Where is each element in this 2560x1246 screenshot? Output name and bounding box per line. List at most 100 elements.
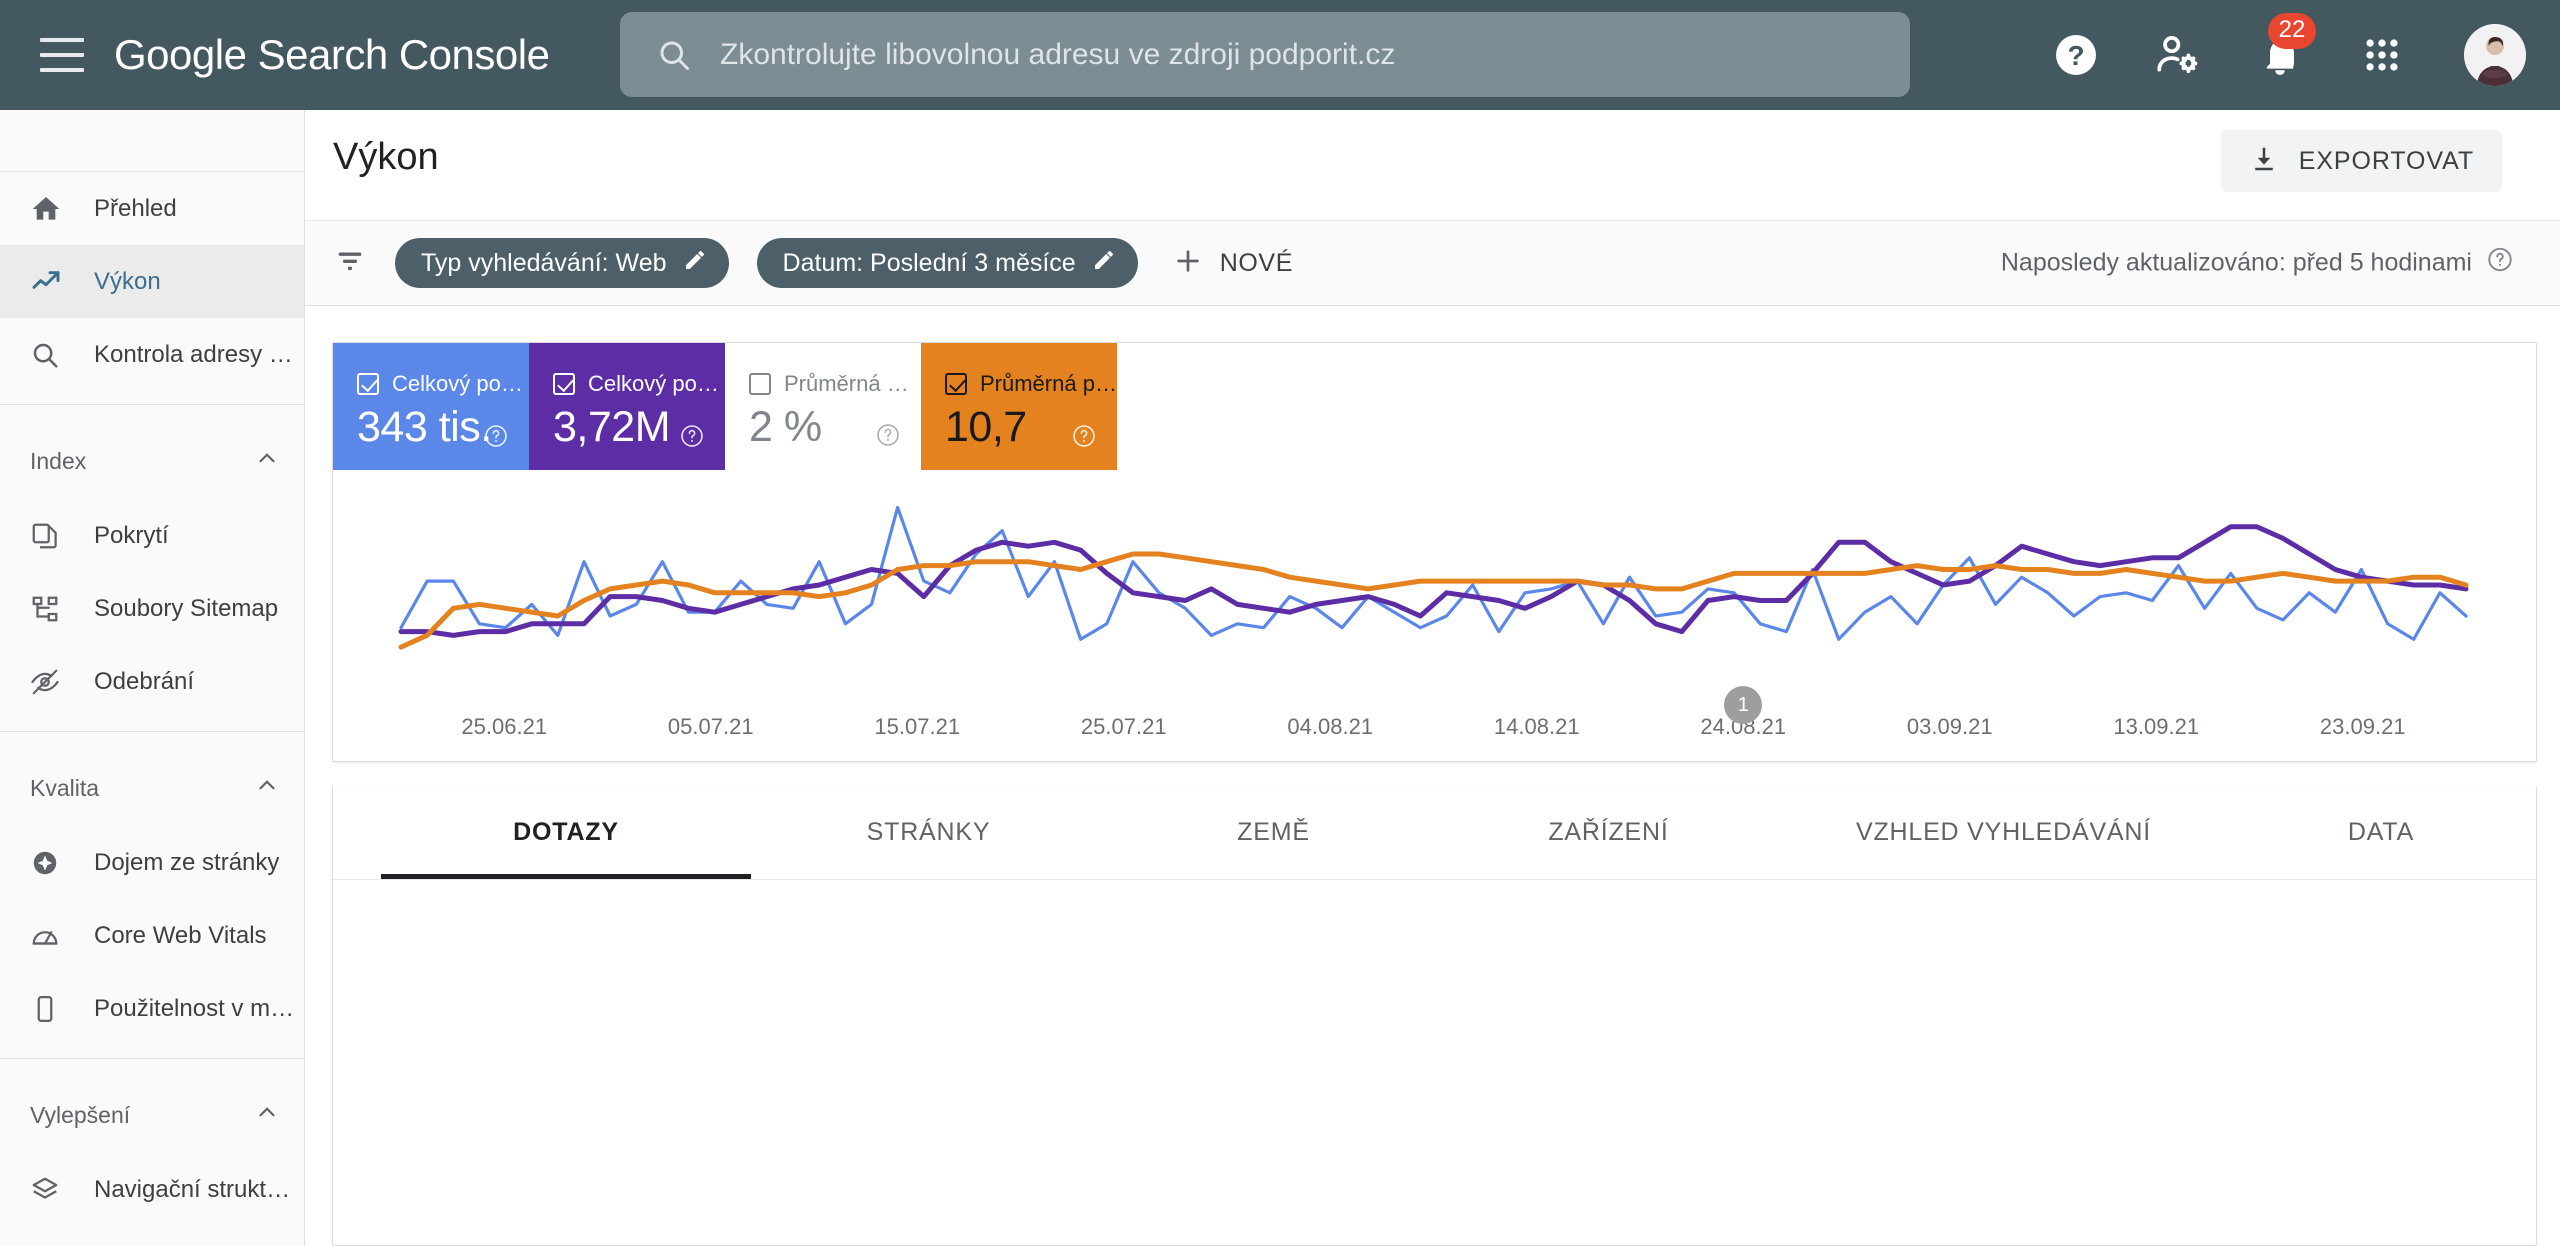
help-circle-icon[interactable]: [483, 423, 509, 454]
page-title: Výkon: [333, 135, 439, 178]
tab-země[interactable]: ZEMĚ: [1106, 786, 1441, 879]
chart-x-tick-label: 15.07.21: [874, 714, 961, 739]
metric-card-total-impressions[interactable]: Celkový počet zo… 3,72M: [529, 343, 725, 470]
search-icon: [656, 37, 692, 73]
pencil-icon[interactable]: [1092, 248, 1116, 279]
chart-x-tick-label: 04.08.21: [1287, 714, 1374, 739]
sitemap-icon: [30, 594, 68, 624]
avatar[interactable]: [2464, 24, 2526, 86]
tab-stránky[interactable]: STRÁNKY: [751, 786, 1106, 879]
tab-zařízení[interactable]: ZAŘÍZENÍ: [1441, 786, 1776, 879]
plus-icon: [1172, 245, 1204, 282]
sidebar-section-label: Kvalita: [30, 774, 100, 801]
hamburger-menu-icon[interactable]: [40, 38, 84, 72]
sidebar-item-vykon[interactable]: Výkon: [0, 245, 304, 318]
sidebar-label: Kontrola adresy URL: [94, 340, 299, 368]
sidebar-item-navigacni-struktura[interactable]: Navigační struktura: [0, 1153, 304, 1226]
sidebar-section-index[interactable]: Index: [0, 405, 304, 499]
chart-x-axis-labels: 25.06.21 05.07.21 15.07.21 25.07.21 04.08.21…: [333, 714, 2536, 744]
download-icon: [2249, 144, 2279, 179]
sidebar-label: Core Web Vitals: [94, 921, 267, 949]
notifications-bell-icon[interactable]: 22: [2254, 13, 2316, 81]
metric-checkbox[interactable]: [945, 373, 967, 395]
chart-x-tick-label: 13.09.21: [2113, 714, 2200, 739]
filter-icon[interactable]: [333, 244, 367, 283]
trending-up-icon: [30, 266, 68, 298]
help-circle-icon[interactable]: [875, 422, 901, 453]
metric-card-total-clicks[interactable]: Celkový počet kli… 343 tis.: [333, 343, 529, 470]
mobile-phone-icon: [30, 994, 68, 1024]
chart-x-tick-label: 25.07.21: [1080, 714, 1167, 739]
sidebar-section-vylepseni[interactable]: Vylepšení: [0, 1059, 304, 1153]
sidebar-item-prehled[interactable]: Přehled: [0, 172, 304, 245]
tab-label: STRÁNKY: [866, 818, 991, 846]
pencil-icon[interactable]: [683, 248, 707, 279]
metric-label: Celkový počet zo…: [588, 371, 725, 396]
chevron-up-icon: [254, 445, 280, 477]
notification-count-badge: 22: [2268, 13, 2316, 49]
metric-card-average-ctr[interactable]: Průměrná míra pr… 2 %: [725, 343, 921, 470]
url-inspection-search[interactable]: [620, 12, 1910, 97]
home-icon: [30, 193, 68, 225]
metric-card-average-position[interactable]: Průměrná pozice 10,7: [921, 343, 1117, 470]
sidebar-section-kvalita[interactable]: Kvalita: [0, 732, 304, 826]
dimension-tabs-card: DOTAZY STRÁNKY ZEMĚ ZAŘÍZENÍ VZHLED VYHLEDÁV…: [332, 786, 2537, 1246]
metric-checkbox[interactable]: [749, 373, 771, 395]
tab-dotazy[interactable]: DOTAZY: [381, 786, 751, 879]
metric-label: Průměrná pozice: [980, 371, 1117, 396]
sidebar-item-pouzitelnost-v-mobilnich-zarizenich[interactable]: Použitelnost v mobilních zaříze…: [0, 972, 304, 1045]
add-new-filter-button[interactable]: NOVÉ: [1172, 245, 1293, 282]
help-circle-icon[interactable]: [1071, 423, 1097, 454]
sidebar-item-core-web-vitals[interactable]: Core Web Vitals: [0, 899, 304, 972]
metric-cards: Celkový počet kli… 343 tis. Celkový poče…: [333, 343, 2536, 470]
chevron-up-icon: [254, 772, 280, 804]
app-brand-title: Google Search Console: [114, 31, 550, 78]
performance-line-chart[interactable]: 25.06.21 05.07.21 15.07.21 25.07.21 04.08.21…: [333, 470, 2536, 762]
chip-label: Typ vyhledávání: Web: [421, 248, 667, 277]
help-circle-icon[interactable]: [2486, 246, 2514, 281]
search-icon: [30, 340, 68, 370]
metric-label: Celkový počet kli…: [392, 371, 529, 396]
tab-label: DOTAZY: [513, 818, 619, 846]
chart-x-tick-label: 03.09.21: [1906, 714, 1993, 739]
account-settings-icon[interactable]: [2152, 29, 2204, 81]
sidebar-label: Dojem ze stránky: [94, 848, 280, 876]
add-new-filter-label: NOVÉ: [1219, 248, 1293, 277]
chart-x-tick-label: 05.07.21: [667, 714, 754, 739]
export-button[interactable]: EXPORTOVAT: [2220, 130, 2502, 192]
apps-grid-icon[interactable]: [2356, 29, 2408, 81]
sidebar-item-odebrani[interactable]: Odebrání: [0, 645, 304, 718]
sidebar-label: Soubory Sitemap: [94, 594, 279, 622]
sidebar-label: Použitelnost v mobilních zaříze…: [94, 994, 299, 1022]
export-button-label: EXPORTOVAT: [2298, 146, 2474, 175]
svg-text:?: ?: [2067, 40, 2084, 71]
sidebar-item-soubory-sitemap[interactable]: Soubory Sitemap: [0, 572, 304, 645]
tab-vzhled-vyhledávání[interactable]: VZHLED VYHLEDÁVÁNÍ: [1776, 786, 2231, 879]
sidebar-section-label: Index: [30, 447, 87, 474]
metric-checkbox[interactable]: [357, 373, 379, 395]
search-input[interactable]: [720, 37, 1820, 72]
sidebar-label: Navigační struktura: [94, 1175, 299, 1203]
page-experience-icon: [30, 848, 68, 878]
top-app-bar: Google Search Console ? 22: [0, 0, 2560, 110]
chart-annotation-marker[interactable]: 1: [1724, 686, 1763, 724]
sidebar-item-dojem-ze-stranky[interactable]: Dojem ze stránky: [0, 826, 304, 899]
help-circle-icon[interactable]: [679, 423, 705, 454]
sidebar-item-kontrola-adresy-url[interactable]: Kontrola adresy URL: [0, 318, 304, 391]
page-header: Výkon EXPORTOVAT: [305, 110, 2560, 192]
help-icon[interactable]: ?: [2050, 29, 2102, 81]
tabs-underline: [333, 879, 2536, 880]
chip-label: Datum: Poslední 3 měsíce: [782, 248, 1076, 277]
chip-date-range[interactable]: Datum: Poslední 3 měsíce: [756, 238, 1138, 288]
sidebar-property-slot: [0, 110, 304, 172]
chip-search-type[interactable]: Typ vyhledávání: Web: [395, 238, 729, 288]
chart-x-tick-label: 25.06.21: [461, 714, 548, 739]
metric-checkbox[interactable]: [553, 373, 575, 395]
chart-x-tick-label: 23.09.21: [2319, 714, 2406, 739]
copy-pages-icon: [30, 521, 68, 551]
tab-data[interactable]: DATA: [2231, 786, 2531, 879]
sidebar-item-pokryti[interactable]: Pokrytí: [0, 499, 304, 572]
tab-label: VZHLED VYHLEDÁVÁNÍ: [1855, 818, 2152, 846]
sidebar-section-label: Vylepšení: [30, 1101, 131, 1128]
last-updated-text: Naposledy aktualizováno: před 5 hodinami: [2000, 248, 2472, 277]
